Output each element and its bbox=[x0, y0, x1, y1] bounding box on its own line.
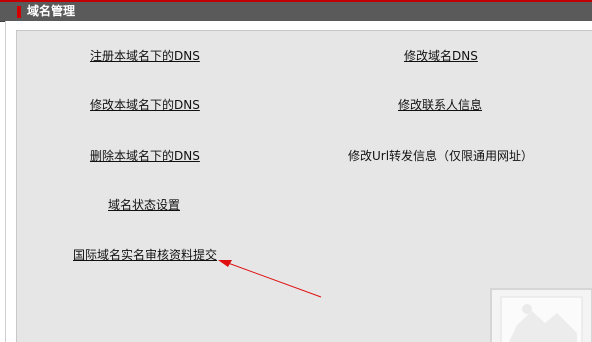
url-forward-label[interactable]: 修改Url转发信息（仅限通用网址） bbox=[348, 149, 533, 163]
modify-domain-dns-link[interactable]: 修改域名DNS bbox=[404, 49, 478, 63]
modify-local-dns-link[interactable]: 修改本域名下的DNS bbox=[90, 98, 200, 112]
section-title: 域名管理 bbox=[27, 4, 76, 18]
register-dns-link[interactable]: 注册本域名下的DNS bbox=[90, 49, 200, 63]
intl-realname-submit-link[interactable]: 国际域名实名审核资料提交 bbox=[73, 248, 217, 262]
section-header: 域名管理 bbox=[0, 2, 592, 22]
domain-management-page: 域名管理 注册本域名下的DNS 修改本域名下的DNS 删除本域名下的DNS 域名… bbox=[0, 0, 592, 342]
header-marker bbox=[17, 6, 21, 18]
delete-local-dns-link[interactable]: 删除本域名下的DNS bbox=[90, 149, 200, 163]
modify-contact-link[interactable]: 修改联系人信息 bbox=[398, 98, 482, 112]
image-placeholder-icon bbox=[487, 285, 592, 342]
domain-status-link[interactable]: 域名状态设置 bbox=[108, 198, 180, 212]
